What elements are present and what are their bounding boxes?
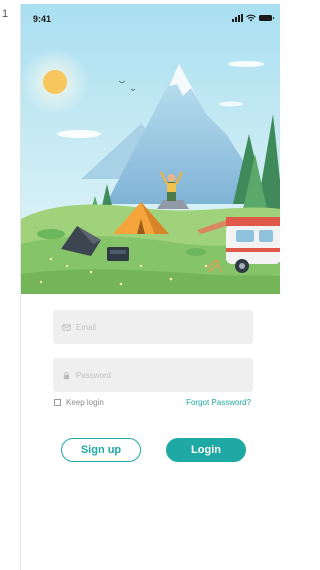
lock-icon bbox=[63, 371, 70, 379]
email-input[interactable] bbox=[76, 322, 246, 332]
page-index: 1 bbox=[2, 8, 9, 20]
password-field[interactable] bbox=[53, 358, 253, 392]
camping-illustration bbox=[21, 4, 280, 294]
phone-screen: 9:41 Email Keep login Forgot Password? S… bbox=[20, 4, 280, 570]
keep-login-label: Keep login bbox=[66, 398, 104, 407]
signup-button[interactable]: Sign up bbox=[61, 438, 141, 462]
keep-login-row[interactable]: Keep login bbox=[54, 398, 104, 407]
login-button[interactable]: Login bbox=[166, 438, 246, 462]
status-icons bbox=[232, 14, 274, 22]
mail-icon bbox=[62, 323, 71, 331]
sun bbox=[43, 70, 67, 94]
status-time: 9:41 bbox=[33, 14, 52, 24]
forgot-password-link[interactable]: Forgot Password? bbox=[186, 398, 251, 407]
password-input[interactable] bbox=[76, 370, 246, 380]
email-field[interactable] bbox=[53, 310, 253, 344]
signal-icon bbox=[232, 14, 243, 22]
status-bar: 9:41 bbox=[21, 4, 280, 34]
battery-icon bbox=[259, 15, 274, 21]
keep-login-checkbox[interactable] bbox=[54, 399, 61, 406]
wifi-icon bbox=[246, 14, 256, 22]
